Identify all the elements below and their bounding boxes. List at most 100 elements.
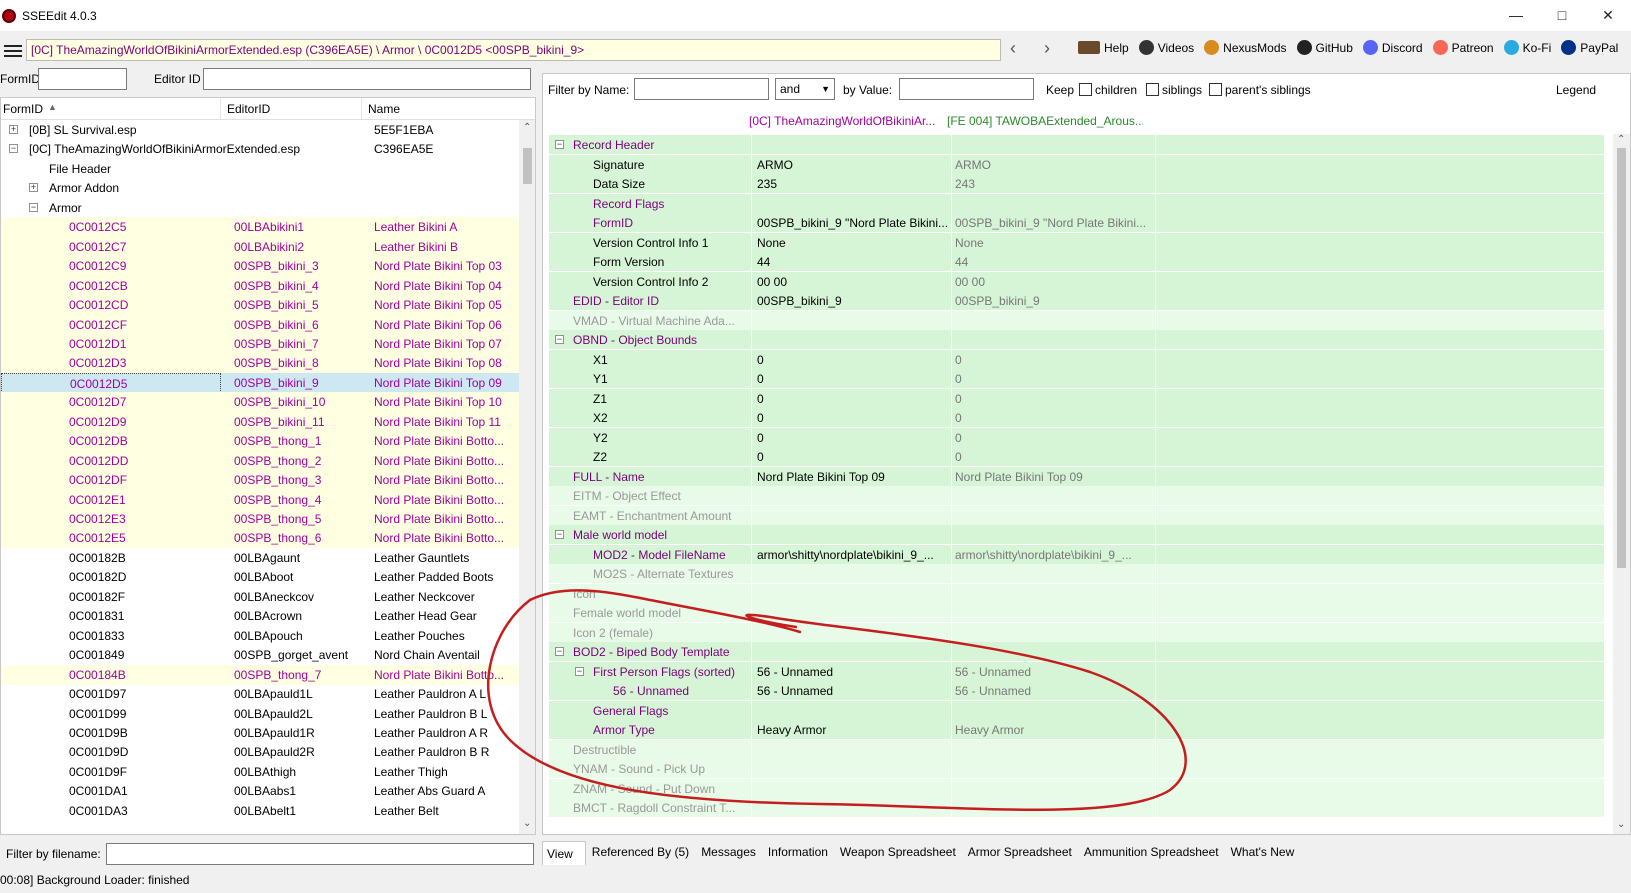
expand-icon[interactable]: + — [29, 183, 38, 193]
tree-row[interactable]: 0C0012E5 00SPB_thong_6 Nord Plate Bikini B… — [1, 528, 519, 549]
collapse-icon[interactable]: − — [29, 202, 38, 212]
collapse-icon[interactable]: − — [555, 140, 564, 149]
tree-row[interactable]: 0C001831 00LBAcrown Leather Head Gear — [1, 606, 519, 626]
link-help[interactable]: Help — [1078, 41, 1129, 55]
view-row[interactable]: EITM - Object Effect — [549, 486, 1604, 506]
column-formid[interactable]: FormID — [3, 102, 43, 116]
tree-row[interactable]: File Header — [1, 159, 519, 179]
children-checkbox[interactable]: children — [1079, 83, 1137, 97]
tab-view[interactable]: View — [542, 841, 586, 865]
view-scroll-up-icon[interactable]: ⌃ — [1617, 134, 1625, 145]
view-row[interactable]: ZNAM - Sound - Put Down — [549, 778, 1604, 799]
view-row[interactable]: MO2S - Alternate Textures — [549, 564, 1604, 584]
link-ko-fi[interactable]: Ko-Fi — [1503, 40, 1551, 55]
tree-row[interactable]: 0C00182D 00LBAboot Leather Padded Boots — [1, 567, 519, 587]
view-scrollbar[interactable]: ⌃ ⌄ — [1613, 134, 1630, 834]
tree-row[interactable]: 0C001D9B 00LBApauld1R Leather Pauldron A R — [1, 723, 519, 743]
tree-row[interactable]: − Armor — [1, 198, 519, 218]
expand-icon[interactable]: + — [9, 125, 18, 134]
view-row[interactable]: Icon — [549, 583, 1604, 604]
view-row[interactable]: Y2 0 0 — [549, 427, 1604, 448]
view-row[interactable]: Female world model — [549, 603, 1604, 623]
tree-row[interactable]: 0C0012CB 00SPB_bikini_4 Nord Plate Bikini … — [1, 275, 519, 296]
filter-op-select[interactable]: and ▼ — [775, 78, 835, 100]
view-row[interactable]: Data Size 235 243 — [549, 174, 1604, 194]
tree-row[interactable]: 0C0012D9 00SPB_bikini_11 Nord Plate Bikini… — [1, 411, 519, 432]
view-row[interactable]: FormID 00SPB_bikini_9 "Nord Plate Bikini.… — [549, 213, 1604, 233]
tree-row[interactable]: 0C0012D3 00SPB_bikini_8 Nord Plate Bikini … — [1, 353, 519, 374]
formid-input[interactable] — [38, 68, 127, 90]
tree-row[interactable]: 0C0012C5 00LBAbikini1 Leather Bikini A — [1, 217, 519, 238]
link-nexusmods[interactable]: NexusMods — [1204, 40, 1287, 55]
tree-row[interactable]: + Armor Addon — [1, 178, 519, 198]
view-row[interactable]: MOD2 - Model FileName armor\shitty\nordpl… — [549, 544, 1604, 565]
maximize-icon[interactable]: □ — [1539, 0, 1585, 31]
view-column-header-1[interactable]: [0C] TheAmazingWorldOfBikiniAr... — [749, 114, 939, 134]
view-row[interactable]: EDID - Editor ID 00SPB_bikini_9 00SPB_biki… — [549, 291, 1604, 311]
collapse-icon[interactable]: − — [555, 335, 564, 344]
tree-scrollbar[interactable]: ⌃ ⌄ — [519, 120, 535, 834]
collapse-icon[interactable]: − — [575, 666, 584, 676]
view-row[interactable]: Y1 0 0 — [549, 369, 1604, 389]
tab-referenced-by-5[interactable]: Referenced By (5) — [586, 841, 695, 865]
view-row[interactable]: X1 0 0 — [549, 349, 1604, 370]
column-editorid[interactable]: EditorID — [227, 102, 270, 116]
view-row[interactable]: VMAD - Virtual Machine Ada... — [549, 310, 1604, 331]
collapse-icon[interactable]: − — [9, 144, 18, 154]
tree-scroll-thumb[interactable] — [523, 148, 532, 184]
view-row[interactable]: − Male world model — [549, 525, 1604, 545]
link-videos[interactable]: Videos — [1138, 40, 1194, 55]
tree-row[interactable]: + [0B] SL Survival.esp 5E5F1EBA — [1, 120, 519, 140]
tree-row[interactable]: 0C0012D5 00SPB_bikini_9 Nord Plate Bikini … — [1, 372, 519, 393]
view-row[interactable]: − First Person Flags (sorted) 56 - Unnamed… — [549, 661, 1604, 682]
tree-row[interactable]: 0C00182F 00LBAneckcov Leather Neckcover — [1, 587, 519, 607]
tree-row[interactable]: 0C0012D1 00SPB_bikini_7 Nord Plate Bikini … — [1, 333, 519, 354]
tree-row[interactable]: 0C001833 00LBApouch Leather Pouches — [1, 626, 519, 646]
tree-row[interactable]: 0C001D97 00LBApauld1L Leather Pauldron A L — [1, 684, 519, 704]
tree-row[interactable]: 0C0012D7 00SPB_bikini_10 Nord Plate Bikini… — [1, 392, 519, 413]
view-row[interactable]: YNAM - Sound - Pick Up — [549, 759, 1604, 779]
view-row[interactable]: Form Version 44 44 — [549, 252, 1604, 272]
link-github[interactable]: GitHub — [1296, 40, 1353, 55]
tree-row[interactable]: 0C0012CF 00SPB_bikini_6 Nord Plate Bikini … — [1, 314, 519, 335]
tree-row[interactable]: 0C001DA3 00LBAbelt1 Leather Belt — [1, 801, 519, 821]
siblings-checkbox[interactable]: siblings — [1146, 83, 1202, 97]
tree-row[interactable]: 0C001DA1 00LBAabs1 Leather Abs Guard A — [1, 781, 519, 801]
tab-information[interactable]: Information — [762, 841, 834, 865]
record-path[interactable]: [0C] TheAmazingWorldOfBikiniArmorExtende… — [26, 39, 1001, 61]
tree-row[interactable]: 0C0012C7 00LBAbikini2 Leather Bikini B — [1, 236, 519, 257]
view-row[interactable]: General Flags — [549, 700, 1604, 721]
scroll-up-icon[interactable]: ⌃ — [523, 122, 531, 133]
tree-row[interactable]: 0C0012C9 00SPB_bikini_3 Nord Plate Bikini … — [1, 256, 519, 277]
tree-row[interactable]: 0C001D99 00LBApauld2L Leather Pauldron B L — [1, 704, 519, 724]
tree-row[interactable]: 0C0012E3 00SPB_thong_5 Nord Plate Bikini B… — [1, 509, 519, 529]
back-arrow-icon[interactable]: ‹ — [1010, 38, 1016, 59]
filter-name-input[interactable] — [634, 78, 769, 100]
filter-value-input[interactable] — [899, 78, 1034, 100]
legend-button[interactable]: Legend — [1556, 83, 1596, 97]
view-column-header-2[interactable]: [FE 004] TAWOBAExtended_Arous... — [947, 114, 1143, 134]
tab-armor-spreadsheet[interactable]: Armor Spreadsheet — [962, 841, 1078, 865]
view-row[interactable]: Icon 2 (female) — [549, 622, 1604, 643]
collapse-icon[interactable]: − — [555, 647, 564, 656]
view-scroll-down-icon[interactable]: ⌄ — [1617, 819, 1625, 830]
view-row[interactable]: Record Flags — [549, 193, 1604, 214]
tree-row[interactable]: 0C00184B 00SPB_thong_7 Nord Plate Bikini B… — [1, 664, 519, 685]
tab-weapon-spreadsheet[interactable]: Weapon Spreadsheet — [834, 841, 962, 865]
view-scroll-thumb[interactable] — [1617, 148, 1626, 568]
view-row[interactable]: Z1 0 0 — [549, 388, 1604, 409]
tab-messages[interactable]: Messages — [695, 841, 762, 865]
editorid-input[interactable] — [203, 68, 531, 90]
tree-row[interactable]: 0C001D9F 00LBAthigh Leather Thigh — [1, 762, 519, 782]
view-row[interactable]: Z2 0 0 — [549, 447, 1604, 467]
parents-siblings-checkbox[interactable]: parent's siblings — [1209, 83, 1311, 97]
view-row[interactable]: − OBND - Object Bounds — [549, 330, 1604, 350]
view-row[interactable]: − Record Header — [549, 135, 1604, 155]
view-row[interactable]: Version Control Info 1 None None — [549, 232, 1604, 253]
collapse-icon[interactable]: − — [555, 530, 564, 539]
view-row[interactable]: X2 0 0 — [549, 408, 1604, 428]
tab-what-s-new[interactable]: What's New — [1225, 841, 1301, 865]
tree-row[interactable]: 0C001D9D 00LBApauld2R Leather Pauldron B R — [1, 742, 519, 762]
tree-row[interactable]: 0C0012DB 00SPB_thong_1 Nord Plate Bikini B… — [1, 431, 519, 452]
tree-row[interactable]: 0C00182B 00LBAgaunt Leather Gauntlets — [1, 548, 519, 568]
